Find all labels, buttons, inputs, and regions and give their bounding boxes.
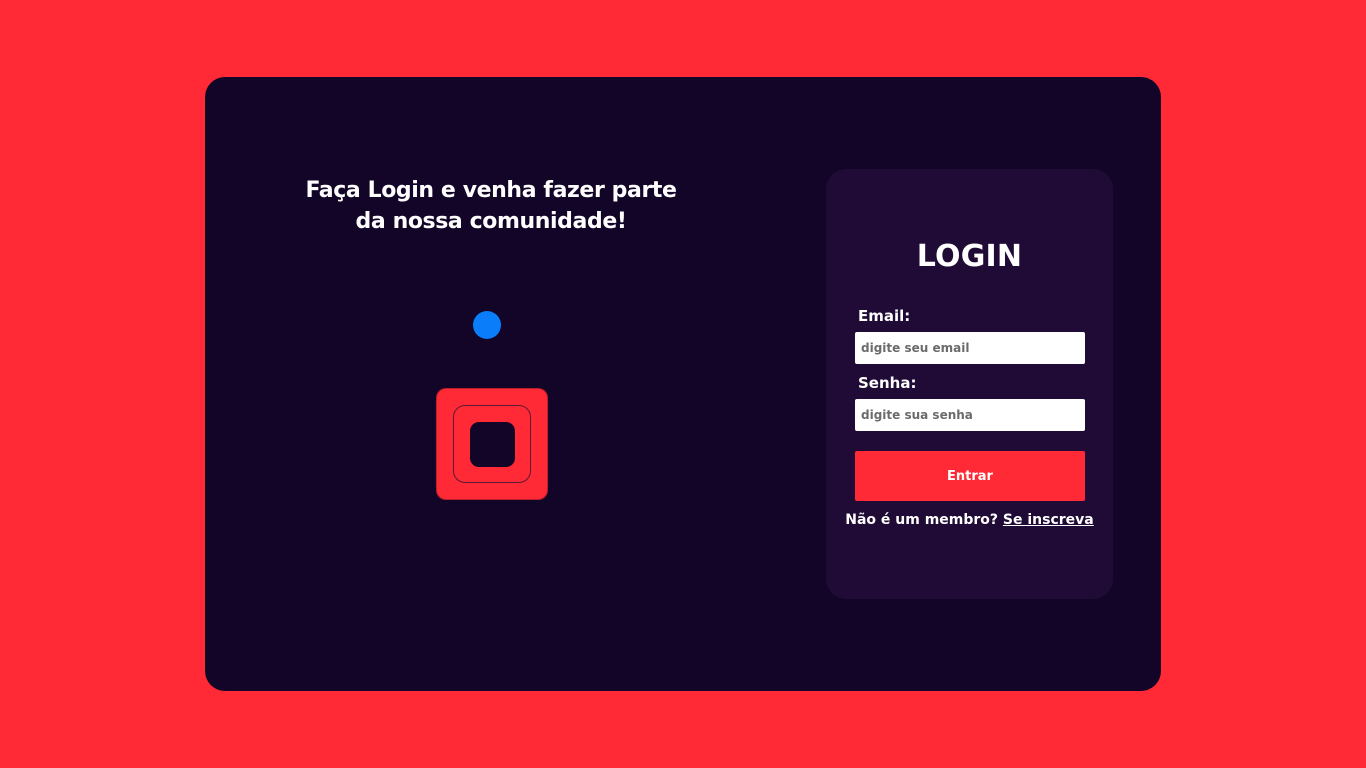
login-button[interactable]: Entrar [855, 451, 1085, 501]
login-panel: LOGIN Email: Senha: Entrar Não é um memb… [826, 169, 1113, 599]
email-field[interactable] [855, 332, 1085, 364]
email-label: Email: [858, 307, 911, 325]
signup-prompt: Não é um membro? [845, 512, 999, 528]
logo-center [470, 422, 515, 467]
login-title: LOGIN [916, 239, 1023, 274]
signup-line: Não é um membro? Se inscreva [826, 512, 1113, 528]
password-label: Senha: [858, 374, 917, 392]
password-field[interactable] [855, 399, 1085, 431]
illustration [432, 309, 552, 509]
signup-link[interactable]: Se inscreva [1003, 512, 1094, 528]
logo-icon [436, 388, 548, 500]
main-card: Faça Login e venha fazer parte da nossa … [205, 77, 1161, 691]
blue-dot-icon [473, 311, 501, 339]
page-headline: Faça Login e venha fazer parte da nossa … [305, 178, 677, 234]
logo-frame [453, 405, 531, 483]
